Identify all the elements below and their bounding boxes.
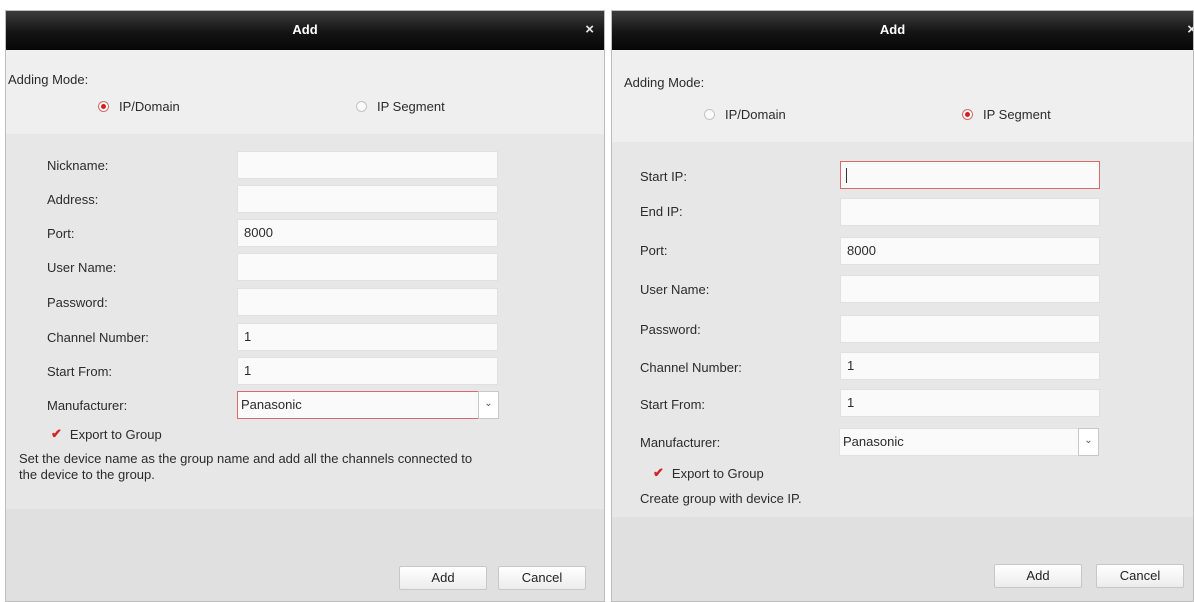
- add-button[interactable]: Add: [994, 564, 1082, 588]
- radio-ip-segment[interactable]: IP Segment: [962, 107, 1051, 122]
- chevron-down-icon[interactable]: ⌄: [1078, 428, 1099, 456]
- password-label: Password:: [640, 322, 701, 337]
- add-device-dialog-ip-segment: Add × Adding Mode: IP/Domain IP Segment …: [611, 10, 1194, 602]
- dialog-title: Add: [879, 22, 906, 37]
- export-to-group-label: Export to Group: [671, 465, 764, 481]
- dialog-title: Add: [292, 22, 318, 37]
- adding-mode-label: Adding Mode:: [8, 72, 89, 87]
- cancel-button[interactable]: Cancel: [498, 566, 586, 590]
- manufacturer-select[interactable]: Panasonic ⌄: [237, 391, 499, 419]
- user-name-input[interactable]: [237, 253, 498, 281]
- end-ip-label: End IP:: [640, 204, 683, 219]
- form-panel: Nickname: Address: Port: 8000 User Name:…: [6, 134, 604, 509]
- manufacturer-value: Panasonic: [843, 434, 904, 449]
- button-bar: [612, 517, 1193, 601]
- password-label: Password:: [47, 295, 108, 310]
- close-icon[interactable]: ×: [1187, 21, 1193, 38]
- dialog-titlebar: Add ×: [612, 11, 1193, 50]
- manufacturer-label: Manufacturer:: [47, 398, 128, 413]
- export-to-group-checkbox[interactable]: ✔ Export to Group: [653, 465, 764, 481]
- channel-number-input[interactable]: 1: [840, 352, 1100, 380]
- user-name-label: User Name:: [640, 282, 710, 297]
- add-device-dialog-ip-domain: Add × Adding Mode: IP/Domain IP Segment …: [5, 10, 605, 602]
- port-label: Port:: [640, 243, 668, 258]
- cancel-button[interactable]: Cancel: [1096, 564, 1184, 588]
- checkmark-icon[interactable]: ✔: [653, 465, 664, 481]
- radio-label-ip-domain: IP/Domain: [119, 99, 180, 114]
- manufacturer-label: Manufacturer:: [640, 435, 721, 450]
- checkmark-icon[interactable]: ✔: [51, 426, 62, 442]
- start-ip-label: Start IP:: [640, 169, 687, 184]
- password-input[interactable]: [840, 315, 1100, 343]
- radio-label-ip-segment: IP Segment: [983, 107, 1051, 122]
- manufacturer-select[interactable]: Panasonic ⌄: [839, 428, 1099, 456]
- address-label: Address:: [47, 192, 99, 207]
- radio-ip-segment[interactable]: IP Segment: [356, 99, 445, 114]
- export-to-group-label: Export to Group: [69, 426, 162, 442]
- close-icon[interactable]: ×: [585, 21, 594, 38]
- user-name-input[interactable]: [840, 275, 1100, 303]
- start-from-label: Start From:: [47, 364, 113, 379]
- radio-icon[interactable]: [356, 101, 367, 112]
- export-note: Create group with device IP.: [640, 491, 802, 506]
- radio-label-ip-domain: IP/Domain: [725, 107, 786, 122]
- port-input[interactable]: 8000: [840, 237, 1100, 265]
- radio-ip-domain[interactable]: IP/Domain: [704, 107, 786, 122]
- radio-ip-domain[interactable]: IP/Domain: [98, 99, 180, 114]
- password-input[interactable]: [237, 288, 498, 316]
- start-from-input[interactable]: 1: [840, 389, 1100, 417]
- channel-number-input[interactable]: 1: [237, 323, 498, 351]
- port-label: Port:: [47, 226, 75, 241]
- radio-icon[interactable]: [98, 101, 109, 112]
- adding-mode-label: Adding Mode:: [624, 75, 705, 90]
- channel-number-label: Channel Number:: [47, 330, 149, 345]
- add-button[interactable]: Add: [399, 566, 487, 590]
- port-input[interactable]: 8000: [237, 219, 498, 247]
- text-caret: [846, 168, 847, 183]
- export-note: Set the device name as the group name an…: [19, 451, 473, 482]
- form-panel: Start IP: End IP: Port: 8000 User Name: …: [612, 142, 1193, 517]
- radio-icon[interactable]: [962, 109, 973, 120]
- manufacturer-value: Panasonic: [241, 397, 302, 412]
- start-from-input[interactable]: 1: [237, 357, 498, 385]
- export-to-group-checkbox[interactable]: ✔ Export to Group: [51, 426, 162, 442]
- nickname-input[interactable]: [237, 151, 498, 179]
- nickname-label: Nickname:: [47, 158, 109, 173]
- start-ip-input[interactable]: [840, 161, 1100, 189]
- radio-label-ip-segment: IP Segment: [377, 99, 445, 114]
- start-from-label: Start From:: [640, 397, 706, 412]
- end-ip-input[interactable]: [840, 198, 1100, 226]
- channel-number-label: Channel Number:: [640, 360, 742, 375]
- dialog-titlebar: Add ×: [6, 11, 604, 50]
- address-input[interactable]: [237, 185, 498, 213]
- radio-icon[interactable]: [704, 109, 715, 120]
- user-name-label: User Name:: [47, 260, 117, 275]
- chevron-down-icon[interactable]: ⌄: [478, 391, 499, 419]
